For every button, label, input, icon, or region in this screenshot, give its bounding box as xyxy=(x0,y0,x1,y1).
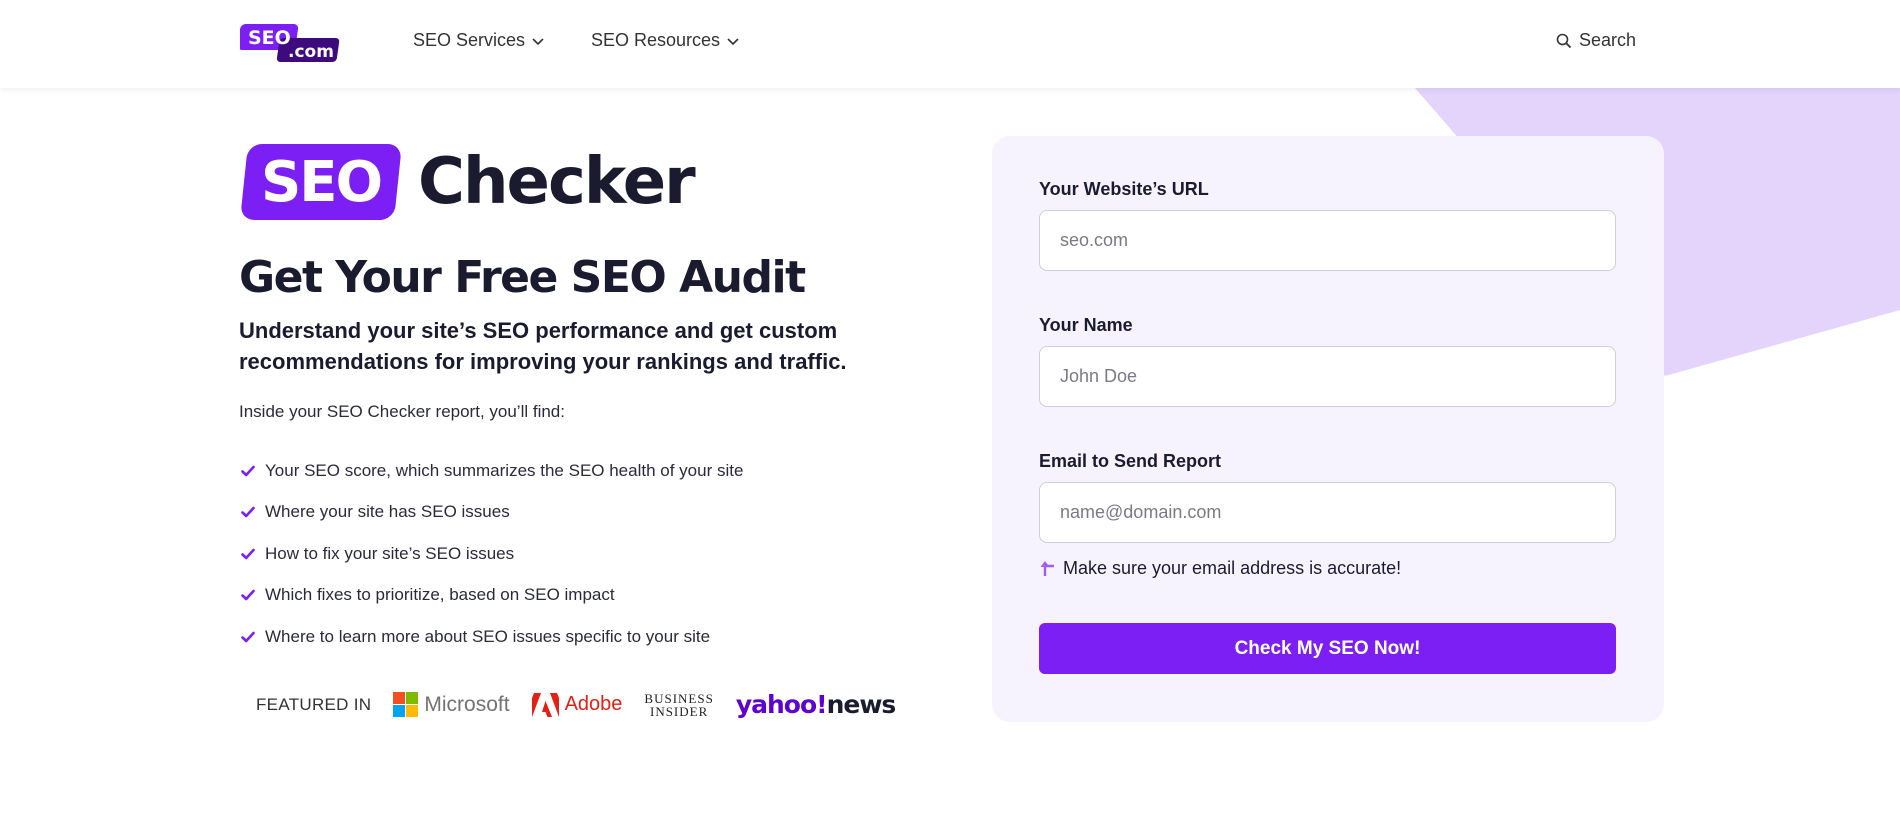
nav-seo-resources[interactable]: SEO Resources xyxy=(591,30,740,51)
nav-seo-services-label: SEO Services xyxy=(413,30,526,50)
check-seo-button[interactable]: Check My SEO Now! xyxy=(1039,623,1616,674)
list-item: Where your site has SEO issues xyxy=(241,492,743,534)
checkmark-icon xyxy=(241,506,255,518)
feature-text: How to fix your site’s SEO issues xyxy=(265,543,515,563)
business-insider-logo: BUSINESS INSIDER xyxy=(644,692,713,718)
chevron-down-icon xyxy=(532,37,544,45)
email-input[interactable] xyxy=(1039,482,1616,543)
adobe-a-icon xyxy=(531,692,559,717)
url-field-label: Your Website’s URL xyxy=(1039,179,1209,199)
name-input[interactable] xyxy=(1039,346,1616,407)
seo-badge: SEO xyxy=(240,144,402,220)
microsoft-squares-icon xyxy=(393,692,419,717)
featured-in-bar: FEATURED IN Microsoft Adobe BUSINESS INS… xyxy=(256,690,897,719)
checkmark-icon xyxy=(241,589,255,601)
seo-audit-form: Your Website’s URL Your Name Email to Se… xyxy=(992,136,1664,722)
page-title: SEO Checker xyxy=(240,144,696,220)
logo-text-com: .com xyxy=(288,42,334,62)
search-icon xyxy=(1556,33,1572,48)
nav-seo-resources-label: SEO Resources xyxy=(591,30,721,50)
site-header: SEO .com SEO Services SEO Resources Sear… xyxy=(0,0,1900,88)
adobe-logo: Adobe xyxy=(531,692,623,717)
list-item: Your SEO score, which summarizes the SEO… xyxy=(241,450,743,492)
name-field-label: Your Name xyxy=(1039,315,1133,335)
list-item: How to fix your site’s SEO issues xyxy=(241,533,743,575)
yahoo-news-logo: yahoo!news xyxy=(735,690,897,719)
email-hint: Make sure your email address is accurate… xyxy=(1039,558,1401,579)
bi-line1: BUSINESS xyxy=(644,690,714,706)
adobe-wordmark: Adobe xyxy=(564,693,623,715)
feature-text: Which fixes to prioritize, based on SEO … xyxy=(265,585,615,605)
title-word-checker: Checker xyxy=(418,145,696,219)
url-input[interactable] xyxy=(1039,210,1616,271)
list-item: Where to learn more about SEO issues spe… xyxy=(241,616,743,658)
arrow-up-turn-icon xyxy=(1040,560,1054,576)
logo-text-seo: SEO xyxy=(248,27,291,49)
list-item: Which fixes to prioritize, based on SEO … xyxy=(241,575,743,617)
yahoo-wordmark: yahoo xyxy=(735,690,817,719)
search-label: Search xyxy=(1579,30,1637,50)
feature-list: Your SEO score, which summarizes the SEO… xyxy=(241,450,743,658)
bi-line2: INSIDER xyxy=(649,703,709,719)
seo-com-logo[interactable]: SEO .com xyxy=(240,22,344,64)
hero-lead: Understand your site’s SEO performance a… xyxy=(239,318,847,374)
feature-text: Your SEO score, which summarizes the SEO… xyxy=(265,460,744,480)
news-wordmark: news xyxy=(826,690,897,719)
nav-seo-services[interactable]: SEO Services xyxy=(413,30,545,51)
feature-text: Where your site has SEO issues xyxy=(265,502,510,522)
yahoo-exclamation: ! xyxy=(816,690,827,719)
microsoft-wordmark: Microsoft xyxy=(424,692,510,716)
chevron-down-icon xyxy=(727,37,739,45)
email-hint-text: Make sure your email address is accurate… xyxy=(1063,558,1402,578)
seo-badge-text: SEO xyxy=(260,149,382,215)
feature-text: Where to learn more about SEO issues spe… xyxy=(265,626,711,646)
microsoft-logo: Microsoft xyxy=(393,692,510,717)
hero-subtitle: Get Your Free SEO Audit xyxy=(239,252,806,303)
report-intro: Inside your SEO Checker report, you’ll f… xyxy=(239,402,565,421)
search-button[interactable]: Search xyxy=(1556,30,1636,51)
checkmark-icon xyxy=(241,631,255,643)
email-field-label: Email to Send Report xyxy=(1039,451,1222,471)
checkmark-icon xyxy=(241,548,255,560)
checkmark-icon xyxy=(241,465,255,477)
featured-in-label: FEATURED IN xyxy=(256,694,372,714)
